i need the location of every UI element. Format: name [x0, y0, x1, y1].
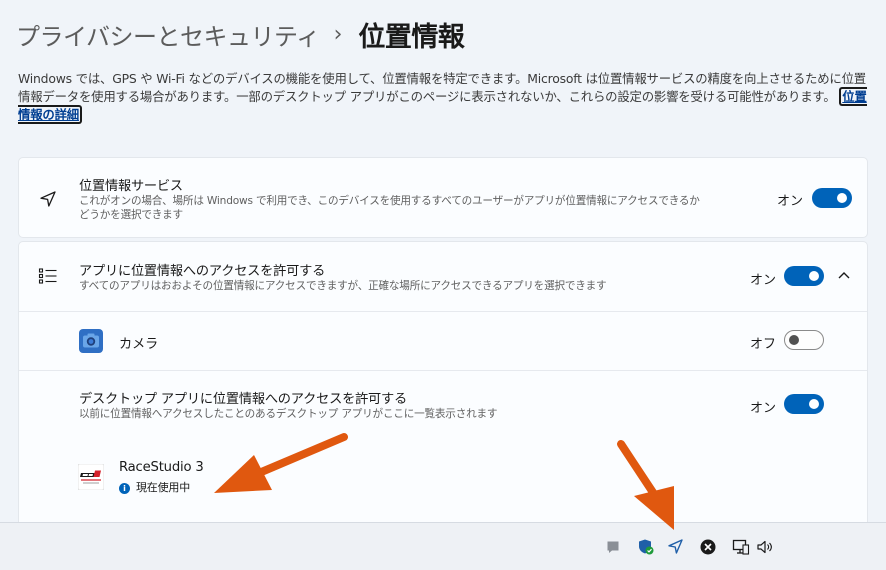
camera-toggle[interactable] — [784, 330, 824, 350]
app-name-camera: カメラ — [119, 337, 158, 352]
breadcrumb: プライバシーとセキュリティ › 位置情報 — [16, 14, 465, 54]
app-access-card: アプリに位置情報へのアクセスを許可する すべてのアプリはおおよその位置情報にアク… — [18, 241, 868, 531]
desktop-app-row-racestudio: RaceStudio 3 i 現在使用中 — [19, 442, 867, 512]
location-services-state: オン — [777, 194, 804, 209]
app-access-title: アプリに位置情報へのアクセスを許可する — [79, 264, 326, 279]
location-in-use-icon[interactable] — [667, 538, 684, 555]
app-row-camera: カメラ オフ — [19, 312, 867, 370]
chevron-up-icon[interactable] — [837, 270, 851, 280]
defender-shield-icon[interactable] — [637, 538, 655, 556]
desktop-access-toggle[interactable] — [784, 394, 824, 414]
location-services-title: 位置情報サービス — [79, 179, 183, 194]
app-access-description: すべてのアプリはおおよその位置情報にアクセスできますが、正確な場所にアクセスでき… — [79, 280, 607, 292]
racestudio-logo-icon — [78, 464, 104, 490]
location-services-card: 位置情報サービス これがオンの場合、場所は Windows で利用でき、このデバ… — [18, 157, 868, 238]
close-circle-icon[interactable] — [700, 539, 716, 555]
camera-app-icon — [79, 329, 103, 353]
camera-state: オフ — [750, 337, 777, 352]
desktop-access-title: デスクトップ アプリに位置情報へのアクセスを許可する — [79, 392, 408, 407]
breadcrumb-separator: › — [333, 21, 343, 47]
display-icon[interactable] — [732, 538, 750, 556]
info-icon: i — [119, 483, 130, 494]
location-services-toggle[interactable] — [812, 188, 852, 208]
desktop-access-state: オン — [750, 401, 777, 416]
breadcrumb-parent-link[interactable]: プライバシーとセキュリティ — [16, 17, 320, 52]
page-description: Windows では、GPS や Wi-Fi などのデバイスの機能を使用して、位… — [18, 70, 870, 124]
taskbar — [0, 522, 886, 570]
location-services-description: これがオンの場合、場所は Windows で利用でき、このデバイスを使用するすべ… — [79, 195, 700, 221]
location-arrow-icon — [40, 191, 56, 207]
description-text: Windows では、GPS や Wi-Fi などのデバイスの機能を使用して、位… — [18, 71, 866, 104]
page-title: 位置情報 — [358, 21, 465, 53]
app-name-racestudio: RaceStudio 3 — [119, 460, 204, 475]
app-status-racestudio: 現在使用中 — [136, 481, 190, 494]
divider — [19, 370, 867, 371]
app-list-icon — [38, 268, 57, 284]
app-access-toggle[interactable] — [784, 266, 824, 286]
volume-icon[interactable] — [756, 539, 774, 555]
notification-icon[interactable] — [606, 540, 620, 554]
desktop-access-description: 以前に位置情報へアクセスしたことのあるデスクトップ アプリがここに一覧表示されま… — [79, 408, 498, 420]
app-access-state: オン — [750, 273, 777, 288]
